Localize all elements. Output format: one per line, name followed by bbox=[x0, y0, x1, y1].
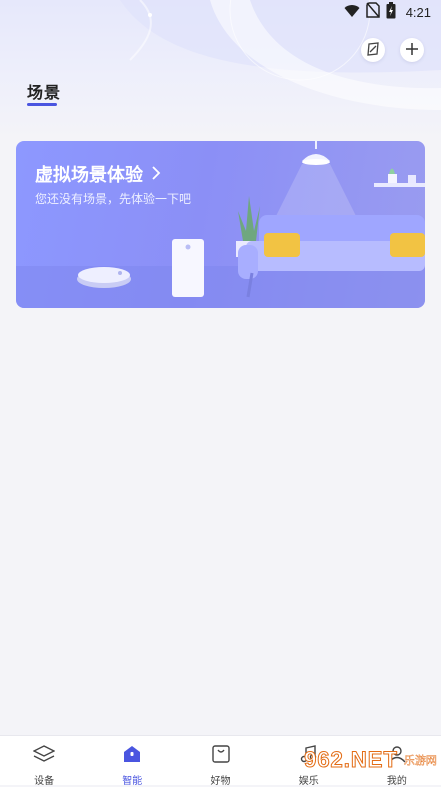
tab-label: 智能 bbox=[122, 776, 143, 787]
card-subtitle: 您还没有场景，先体验一下吧 bbox=[35, 192, 192, 206]
no-sim-icon bbox=[365, 2, 380, 22]
tab-label: 设备 bbox=[34, 776, 55, 787]
virtual-scene-card[interactable]: 虚拟场景体验 您还没有场景，先体验一下吧 bbox=[16, 141, 425, 308]
page-title[interactable]: 场景 bbox=[27, 79, 61, 103]
tab-label: 好物 bbox=[210, 776, 231, 787]
plus-icon bbox=[405, 41, 419, 60]
bag-icon bbox=[211, 744, 231, 768]
layers-icon bbox=[32, 744, 56, 768]
card-title-text: 虚拟场景体验 bbox=[35, 165, 143, 186]
chevron-right-icon bbox=[151, 164, 161, 185]
add-button[interactable] bbox=[400, 38, 424, 62]
status-bar: 4:21 bbox=[0, 0, 441, 24]
map-button[interactable] bbox=[361, 38, 385, 62]
tab-goods[interactable]: 好物 bbox=[176, 736, 264, 787]
watermark-brand: 962.NET bbox=[304, 746, 398, 772]
title-underline bbox=[27, 103, 57, 106]
status-time: 4:21 bbox=[405, 4, 431, 20]
wifi-icon bbox=[344, 3, 360, 22]
watermark-sub: 乐游网 bbox=[403, 753, 437, 767]
card-title: 虚拟场景体验 bbox=[35, 161, 161, 187]
map-icon bbox=[366, 41, 380, 60]
tab-devices[interactable]: 设备 bbox=[0, 736, 88, 787]
tab-smart[interactable]: 智能 bbox=[88, 736, 176, 787]
battery-icon bbox=[386, 1, 396, 23]
home-icon bbox=[122, 744, 142, 768]
watermark-logo: 962.NET 乐游网 bbox=[300, 735, 441, 784]
